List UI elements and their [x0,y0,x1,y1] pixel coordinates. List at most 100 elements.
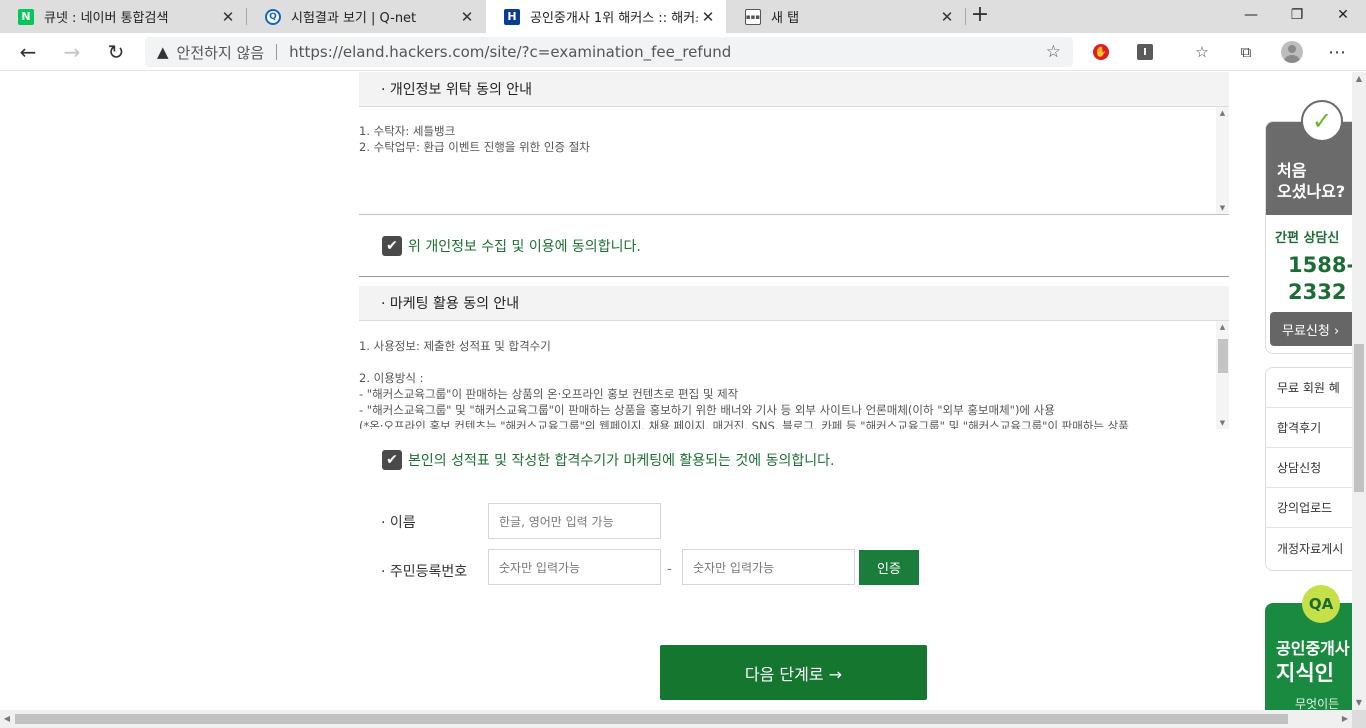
scroll-up-icon[interactable]: ▲ [1216,321,1229,333]
tab-qnet-results[interactable]: Q 시험결과 보기 | Q-net ✕ [247,0,485,33]
qa-title: 공인중개사 [1276,639,1350,658]
tab-title: 시험결과 보기 | Q-net [291,11,417,26]
marketing-heading: · 마케팅 활용 동의 안내 [359,286,1229,321]
tab-hackers-active[interactable]: H 공인중개사 1위 해커스 :: 해커스 ✕ [486,0,726,33]
privacy-consign-heading: · 개인정보 위탁 동의 안내 [359,72,1229,107]
qa-subtitle: 무엇이든 [1295,697,1340,710]
warning-triangle-icon[interactable]: ▲ [157,43,169,61]
page-content: · 개인정보 위탁 동의 안내 1. 수탁자: 세틀뱅크 2. 수탁업무: 환급… [0,72,1352,710]
more-menu-icon[interactable]: ⋯ [1326,41,1348,63]
quick-menu-item[interactable]: 강의업로드 [1266,488,1352,528]
reload-icon[interactable]: ↻ [102,38,130,66]
reader-i-icon: I [1137,44,1153,60]
name-label: · 이름 [381,515,416,531]
scroll-up-icon[interactable]: ▲ [1216,107,1229,119]
quick-consult-panel: 처음 오셨나요? 간편 상담신 1588- 2332 무료신청 › [1265,121,1352,354]
tab-title: 큐넷 : 네이버 통합검색 [44,11,169,26]
tab-title: 새 탭 [771,11,800,26]
scrollbar-corner [1352,710,1366,728]
consult-title: 간편 상담신 [1275,231,1340,246]
tab-strip: N 큐넷 : 네이버 통합검색 ✕ Q 시험결과 보기 | Q-net ✕ H … [0,0,1366,33]
marketing-line: - "해커스교육그룹"이 판매하는 상품의 온·오프라인 홍보 컨텐츠로 편집 … [359,387,739,401]
avatar [1281,41,1303,63]
close-icon[interactable]: ✕ [218,8,238,26]
tab-naver-search[interactable]: N 큐넷 : 네이버 통합검색 ✕ [0,0,246,33]
section-divider [359,276,1229,277]
rrn-front-input[interactable]: 숫자만 입력가능 [488,549,661,585]
adblock-icon[interactable]: ✋ [1090,41,1112,63]
privacy-agree-label[interactable]: 위 개인정보 수집 및 이용에 동의합니다. [408,236,641,256]
checkbox-checked-icon[interactable]: ✔ [382,450,402,470]
back-arrow-icon[interactable]: ← [14,38,42,66]
reader-icon[interactable]: I [1134,41,1156,63]
scroll-down-icon[interactable]: ▼ [1216,417,1229,429]
tab-new-tab[interactable]: ▪▪▪ 새 탭 ✕ [727,0,965,33]
security-status[interactable]: 안전하지 않음 [177,42,265,63]
forward-arrow-icon[interactable]: → [58,38,86,66]
next-step-button[interactable]: 다음 단계로 → [660,645,927,700]
page-horizontal-scrollbar[interactable]: ◀ ▶ [0,710,1352,728]
naver-favicon-icon: N [18,8,34,25]
marketing-agree-checkbox-row[interactable]: ✔ 본인의 성적표 및 작성한 합격수기가 마케팅에 활용되는 것에 동의합니다… [382,450,834,470]
window-close-icon[interactable]: ✕ [1320,0,1366,30]
textbox-scrollbar[interactable]: ▲ ▼ [1216,321,1229,429]
scroll-thumb[interactable] [1218,339,1228,373]
verify-button[interactable]: 인증 [859,550,919,585]
page-vertical-scrollbar[interactable]: ▲ ▼ [1352,72,1366,710]
scroll-down-icon[interactable]: ▼ [1216,202,1229,214]
newtab-grid-icon: ▪▪▪ [745,8,761,25]
rrn-label: · 주민등록번호 [381,564,468,580]
close-icon[interactable]: ✕ [937,8,957,26]
scroll-thumb[interactable] [15,714,1288,724]
rrn-separator: - [667,562,672,577]
rrn-back-input[interactable]: 숫자만 입력가능 [682,549,855,585]
phone-number: 1588- 2332 [1288,253,1352,304]
marketing-line: - "해커스교육그룹" 및 "해커스교육그룹"이 판매하는 상품을 홍보하기 위… [359,403,1055,417]
quick-menu-item[interactable]: 합격후기 [1266,408,1352,448]
scroll-right-icon[interactable]: ▶ [1338,713,1352,725]
privacy-agree-checkbox-row[interactable]: ✔ 위 개인정보 수집 및 이용에 동의합니다. [382,236,641,256]
omnibox-divider [276,44,278,60]
close-icon[interactable]: ✕ [457,8,477,26]
restore-icon[interactable]: ❐ [1274,0,1320,30]
collections-icon[interactable]: ⧉ [1235,41,1257,63]
quick-menu-item[interactable]: 상담신청 [1266,448,1352,488]
favorites-list-icon[interactable]: ☆ [1191,41,1213,63]
quick-menu: 무료 회원 혜 합격후기 상담신청 강의업로드 개정자료게시 [1265,367,1352,571]
marketing-line [359,354,1229,370]
stop-hand-icon: ✋ [1093,44,1109,60]
scroll-down-icon[interactable]: ▼ [1352,696,1366,710]
qnet-favicon-icon: Q [265,8,281,25]
new-tab-plus-icon[interactable]: + [968,4,992,28]
hackers-favicon-icon: H [504,8,520,25]
marketing-line: 1. 사용정보: 제출한 성적표 및 합격수기 [359,339,551,353]
first-visit-greeting: 처음 오셨나요? [1277,161,1346,201]
checkmark-circle-icon: ✓ [1301,100,1343,142]
checkbox-checked-icon[interactable]: ✔ [382,236,402,256]
minimize-icon[interactable]: — [1228,0,1274,30]
url-text[interactable]: https://eland.hackers.com/site/?c=examin… [289,43,1046,61]
textbox-scrollbar[interactable]: ▲ ▼ [1216,107,1229,214]
scroll-thumb[interactable] [1354,344,1364,492]
quick-menu-item[interactable]: 개정자료게시 [1266,528,1352,568]
marketing-line: 2. 이용방식 : [359,371,424,385]
marketing-agree-label[interactable]: 본인의 성적표 및 작성한 합격수기가 마케팅에 활용되는 것에 동의합니다. [408,450,834,470]
marketing-textbox[interactable]: 1. 사용정보: 제출한 성적표 및 합격수기 2. 이용방식 : - "해커스… [359,321,1229,429]
privacy-line: 2. 수탁업무: 환급 이벤트 진행을 위한 인증 절차 [359,140,590,154]
scroll-left-icon[interactable]: ◀ [0,713,14,725]
quick-menu-item[interactable]: 무료 회원 혜 [1266,368,1352,408]
privacy-consign-textbox[interactable]: 1. 수탁자: 세틀뱅크 2. 수탁업무: 환급 이벤트 진행을 위한 인증 절… [359,107,1229,215]
address-bar[interactable]: ▲ 안전하지 않음 https://eland.hackers.com/site… [145,37,1073,67]
close-icon[interactable]: ✕ [698,8,718,26]
tab-title: 공인중개사 1위 해커스 :: 해커스 [530,11,698,26]
tab-separator [965,8,966,25]
qa-title-large: 지식인 [1276,661,1334,685]
scroll-up-icon[interactable]: ▲ [1352,72,1366,86]
name-input[interactable]: 한글, 영어만 입력 가능 [488,503,661,539]
marketing-line: (*온·오프라인 홍보 컨텐츠는 "해커스교육그룹"의 웹페이지, 채용 페이지… [359,419,1129,429]
profile-avatar-icon[interactable] [1281,41,1303,63]
free-apply-button[interactable]: 무료신청 › [1270,312,1352,346]
bookmark-star-icon[interactable]: ☆ [1046,42,1061,62]
privacy-line: 1. 수탁자: 세틀뱅크 [359,124,456,138]
browser-toolbar: ← → ↻ ▲ 안전하지 않음 https://eland.hackers.co… [0,33,1366,71]
